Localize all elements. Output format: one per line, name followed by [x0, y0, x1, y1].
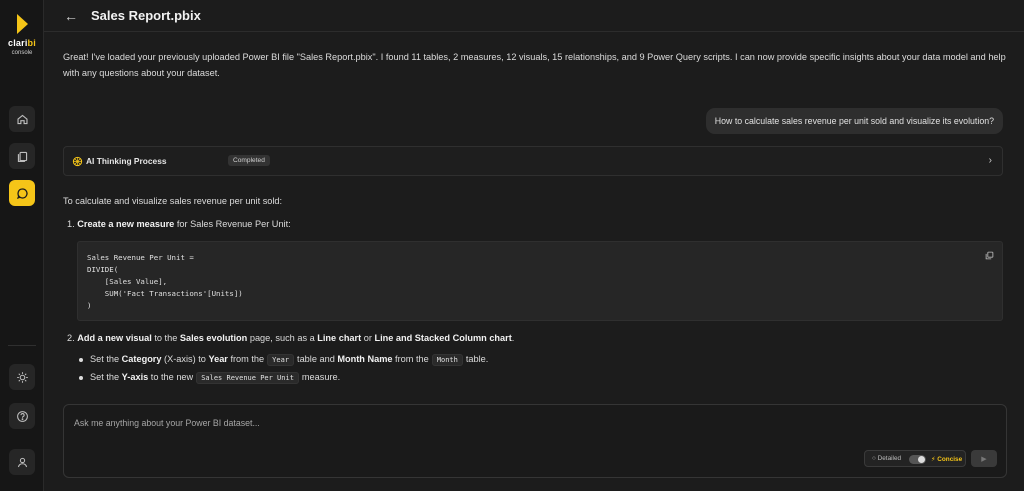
code-chip-month: Month: [431, 354, 463, 366]
code-chip-year: Year: [267, 354, 295, 366]
thinking-icon: [72, 156, 83, 167]
send-button[interactable]: ▶: [971, 450, 997, 467]
code-content: Sales Revenue Per Unit = DIVIDE( [Sales …: [87, 253, 243, 310]
logo-subtitle: console: [11, 50, 33, 56]
sidebar-item-theme[interactable]: [9, 364, 35, 390]
arrow-left-icon[interactable]: ←: [64, 8, 78, 24]
response-mode-toggle[interactable]: ○ Detailed ⚡ Concise: [864, 450, 966, 467]
home-icon: [16, 114, 28, 124]
sidebar-divider: [8, 345, 36, 346]
chevron-right-icon[interactable]: ›: [989, 155, 992, 166]
mode-detailed-label[interactable]: ○ Detailed: [872, 455, 901, 462]
sidebar-item-account[interactable]: [9, 449, 35, 475]
logo-text: claribi: [8, 38, 36, 48]
header: ← Sales Report.pbix: [44, 0, 1024, 32]
code-chip-measure: Sales Revenue Per Unit: [196, 372, 299, 384]
user-icon: [17, 457, 27, 467]
code-block: Sales Revenue Per Unit = DIVIDE( [Sales …: [77, 241, 1003, 321]
status-badge: Completed: [228, 155, 270, 166]
files-icon: [17, 151, 27, 162]
sidebar-item-help[interactable]: [9, 403, 35, 429]
list-item: Set the Category (X-axis) to Year from t…: [79, 354, 488, 366]
sidebar-item-files[interactable]: [9, 143, 35, 169]
list-item: Set the Y-axis to the new Sales Revenue P…: [79, 372, 340, 384]
chat-icon: [16, 187, 28, 199]
sidebar-item-home[interactable]: [9, 106, 35, 132]
sun-icon: [16, 371, 28, 383]
thinking-process-panel[interactable]: AI Thinking Process Completed ›: [63, 146, 1003, 176]
logo[interactable]: claribi console: [0, 14, 44, 56]
sidebar: claribi console: [0, 0, 44, 491]
user-message-bubble: How to calculate sales revenue per unit …: [705, 108, 1003, 134]
answer-step-1: 1. Create a new measure for Sales Revenu…: [67, 219, 291, 229]
chat-input-box[interactable]: Ask me anything about your Power BI data…: [63, 404, 1007, 478]
logo-mark-icon: [16, 14, 28, 34]
sidebar-item-chat[interactable]: [9, 180, 35, 206]
send-icon: ▶: [981, 455, 987, 463]
thinking-label: AI Thinking Process: [86, 156, 167, 166]
mode-switch[interactable]: [909, 455, 926, 464]
answer-step-2: 2. Add a new visual to the Sales evoluti…: [67, 333, 515, 343]
copy-icon[interactable]: [985, 251, 994, 260]
answer-intro: To calculate and visualize sales revenue…: [63, 196, 283, 206]
assistant-intro-message: Great! I've loaded your previously uploa…: [63, 52, 1006, 78]
help-icon: [16, 410, 28, 422]
chat-input-placeholder[interactable]: Ask me anything about your Power BI data…: [74, 418, 260, 428]
mode-concise-label[interactable]: ⚡ Concise: [931, 455, 962, 463]
page-title: Sales Report.pbix: [91, 8, 201, 23]
